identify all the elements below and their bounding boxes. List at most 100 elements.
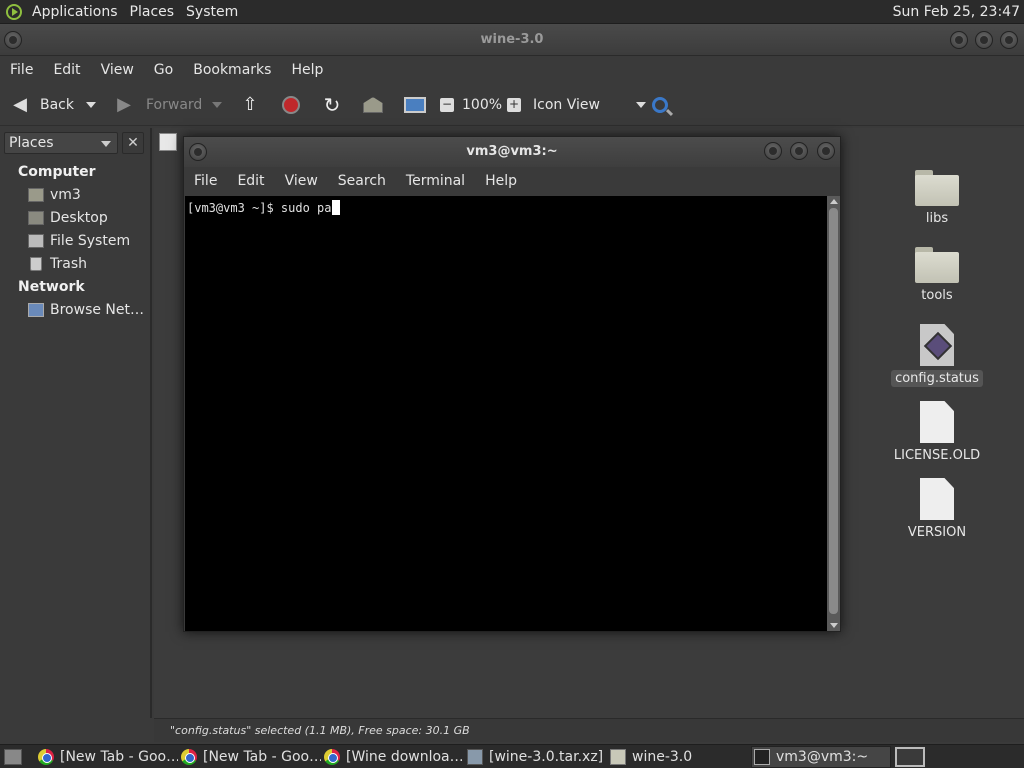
menu-go[interactable]: Go	[154, 62, 173, 78]
menu-help[interactable]: Help	[485, 173, 517, 189]
file-item-tools[interactable]: tools	[877, 247, 997, 304]
sidebar-item-file-system[interactable]: File System	[28, 231, 130, 251]
terminal-title: vm3@vm3:~	[466, 144, 558, 159]
stop-icon	[282, 96, 300, 114]
terminal-icon	[754, 749, 770, 765]
computer-icon	[404, 97, 426, 113]
zoom-level[interactable]: 100%	[462, 84, 502, 126]
stop-button[interactable]	[282, 84, 300, 126]
chrome-icon	[181, 749, 197, 765]
drive-icon	[28, 234, 44, 248]
computer-button[interactable]	[404, 84, 426, 126]
network-icon	[28, 303, 44, 317]
back-label: Back	[40, 97, 74, 113]
maximize-button[interactable]	[975, 31, 993, 49]
terminal-titlebar[interactable]: vm3@vm3:~	[184, 137, 840, 167]
gnome-logo-icon[interactable]	[6, 3, 22, 20]
chevron-down-icon	[635, 102, 646, 108]
back-button[interactable]: ◀ Back	[10, 84, 74, 126]
terminal-menubar: File Edit View Search Terminal Help	[184, 167, 840, 195]
task-terminal[interactable]: vm3@vm3:~	[751, 746, 891, 768]
terminal-screen[interactable]: [vm3@vm3 ~]$ sudo pa	[185, 196, 827, 631]
menu-help[interactable]: Help	[291, 62, 323, 78]
close-button[interactable]	[817, 142, 835, 160]
script-file-icon	[920, 324, 954, 366]
file-manager-toolbar: ◀ Back ▶ Forward ⇧ ↻ − 100% + Icon View	[0, 84, 1024, 126]
file-item-config-status[interactable]: config.status	[877, 324, 997, 387]
terminal-command: sudo pa	[280, 201, 332, 215]
sidebar-item-vm3[interactable]: vm3	[28, 185, 81, 205]
show-desktop-icon[interactable]	[4, 749, 22, 765]
sidebar-item-label: vm3	[50, 187, 81, 203]
forward-button[interactable]: ▶ Forward	[114, 84, 202, 126]
applications-menu[interactable]: Applications	[28, 0, 126, 24]
zoom-out-button[interactable]: −	[440, 84, 454, 126]
task-new-tab-2[interactable]: [New Tab - Goo…	[181, 746, 321, 768]
terminal-cursor	[331, 200, 340, 215]
menu-edit[interactable]: Edit	[237, 173, 264, 189]
task-new-tab-1[interactable]: [New Tab - Goo…	[38, 746, 178, 768]
menu-bookmarks[interactable]: Bookmarks	[193, 62, 271, 78]
folder-icon	[610, 749, 626, 765]
menu-file[interactable]: File	[10, 62, 33, 78]
file-item-version[interactable]: VERSION	[877, 478, 997, 541]
terminal-scrollbar[interactable]	[827, 196, 840, 631]
task-wine-tarball[interactable]: [wine-3.0.tar.xz]	[467, 746, 607, 768]
sidebar-item-desktop[interactable]: Desktop	[28, 208, 108, 228]
back-arrow-icon: ◀	[13, 94, 27, 115]
terminal-prompt: [vm3@vm3 ~]$	[187, 201, 281, 215]
menu-view[interactable]: View	[285, 173, 318, 189]
file-manager-titlebar[interactable]: wine-3.0	[0, 24, 1024, 56]
task-wine-folder[interactable]: wine-3.0	[610, 746, 750, 768]
workspace-switcher[interactable]	[895, 747, 925, 767]
home-button[interactable]	[363, 84, 383, 126]
zoom-in-button[interactable]: +	[507, 84, 521, 126]
menu-terminal[interactable]: Terminal	[406, 173, 465, 189]
top-panel: Applications Places System Sun Feb 25, 2…	[0, 0, 1024, 24]
close-button[interactable]	[1000, 31, 1018, 49]
menu-search[interactable]: Search	[338, 173, 386, 189]
menu-view[interactable]: View	[101, 62, 134, 78]
sidebar-selector[interactable]: Places	[4, 132, 118, 154]
minimize-button[interactable]	[950, 31, 968, 49]
places-menu[interactable]: Places	[126, 0, 183, 24]
menu-edit[interactable]: Edit	[53, 62, 80, 78]
clock[interactable]: Sun Feb 25, 23:47	[893, 0, 1020, 24]
terminal-window[interactable]: vm3@vm3:~ File Edit View Search Terminal…	[183, 136, 841, 632]
forward-history-dropdown[interactable]	[212, 84, 222, 126]
chevron-down-icon	[86, 102, 96, 108]
system-menu[interactable]: System	[182, 0, 246, 24]
view-mode-select[interactable]: Icon View	[533, 84, 646, 126]
maximize-button[interactable]	[790, 142, 808, 160]
search-icon	[652, 97, 674, 117]
minimize-button[interactable]	[764, 142, 782, 160]
scroll-thumb[interactable]	[829, 208, 838, 614]
sidebar-close-button[interactable]: ✕	[122, 132, 144, 154]
scroll-down-icon[interactable]	[830, 623, 838, 628]
sidebar-section-network: Network	[18, 279, 85, 295]
task-label: [wine-3.0.tar.xz]	[489, 749, 604, 765]
up-button[interactable]: ⇧	[240, 84, 260, 126]
chevron-down-icon	[101, 141, 111, 147]
zoom-label: 100%	[462, 97, 503, 113]
chrome-icon	[324, 749, 340, 765]
file-item-license-old[interactable]: LICENSE.OLD	[877, 401, 997, 464]
task-label: vm3@vm3:~	[776, 749, 869, 765]
back-history-dropdown[interactable]	[86, 84, 96, 126]
sidebar-item-trash[interactable]: Trash	[28, 254, 87, 274]
file-label: config.status	[891, 370, 983, 387]
search-button[interactable]	[652, 84, 674, 126]
scroll-up-icon[interactable]	[830, 199, 838, 204]
document-icon	[920, 401, 954, 443]
view-mode-label: Icon View	[533, 97, 600, 113]
task-wine-download[interactable]: [Wine downloa…	[324, 746, 462, 768]
sidebar-item-browse-network[interactable]: Browse Net…	[28, 300, 144, 320]
chrome-icon	[38, 749, 54, 765]
file-manager-title: wine-3.0	[480, 32, 544, 47]
home-folder-icon	[28, 188, 44, 202]
file-item-libs[interactable]: libs	[877, 170, 997, 227]
reload-button[interactable]: ↻	[322, 84, 342, 126]
menu-file[interactable]: File	[194, 173, 217, 189]
location-edit-icon[interactable]	[159, 133, 177, 151]
sidebar-item-label: File System	[50, 233, 131, 249]
